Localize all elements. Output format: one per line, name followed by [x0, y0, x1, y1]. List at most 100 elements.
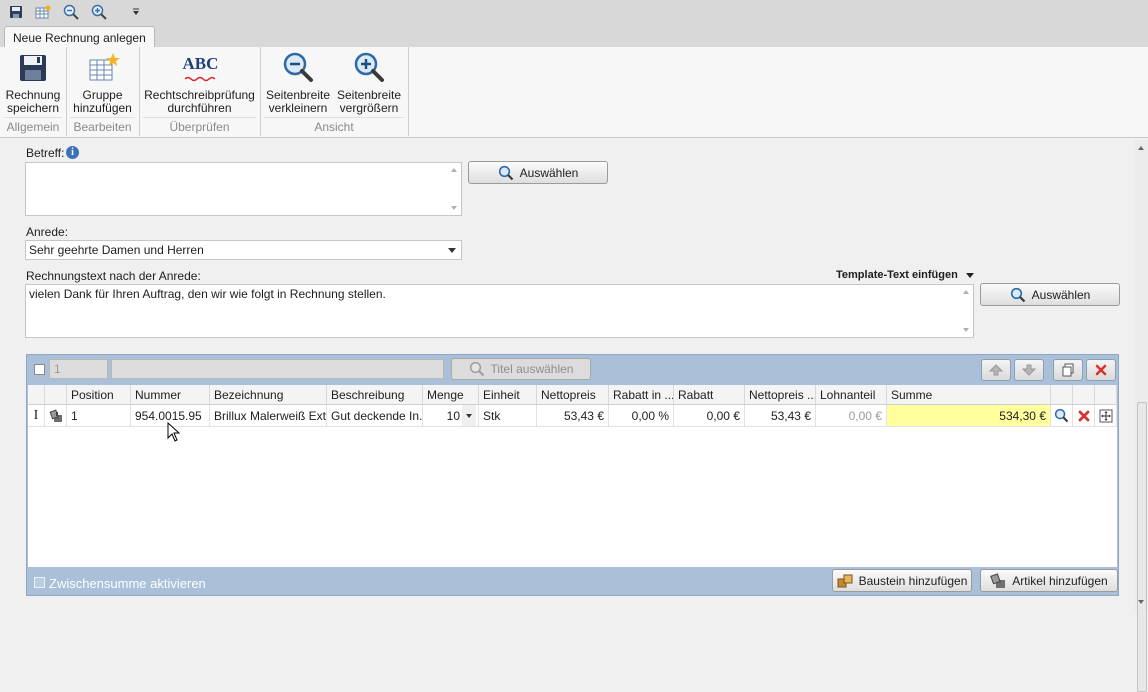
scroll-down-icon[interactable] — [1138, 600, 1144, 604]
title-select-button[interactable]: Titel auswählen — [451, 358, 591, 380]
betreff-scrollbar[interactable] — [447, 163, 461, 215]
add-module-label: Baustein hinzufügen — [858, 573, 968, 588]
header-action-1 — [1051, 385, 1073, 405]
move-down-button[interactable] — [1014, 359, 1044, 381]
search-icon — [498, 165, 513, 180]
header-summe[interactable]: Summe — [887, 385, 1051, 405]
header-nettopreis-2[interactable]: Nettopreis ... — [745, 385, 816, 405]
tab-neue-rechnung[interactable]: Neue Rechnung anlegen — [4, 26, 155, 48]
cell-einheit[interactable]: Stk — [479, 405, 537, 427]
cell-nettopreis[interactable]: 53,43 € — [537, 405, 609, 427]
group-label-line2: hinzufügen — [73, 101, 132, 115]
cell-bezeichnung[interactable]: Brillux Malerweiß Ext... — [210, 405, 327, 427]
zoom-in-icon[interactable] — [90, 3, 108, 21]
page-width-zoom-out-button[interactable]: Seitenbreite verkleinern — [264, 51, 332, 115]
table-star-icon — [89, 53, 120, 81]
rechnungstext-select-label: Auswählen — [1031, 287, 1091, 302]
copy-icon — [1062, 363, 1074, 377]
add-group-button[interactable]: Gruppe hinzufügen — [68, 51, 137, 115]
template-text-link[interactable]: Template-Text einfügen — [836, 269, 974, 281]
search-icon — [1010, 287, 1025, 302]
rechnungstext-scrollbar[interactable] — [959, 285, 973, 337]
save-invoice-button[interactable]: Rechnung speichern — [2, 51, 64, 115]
group-checkbox[interactable] — [34, 364, 45, 375]
cell-menge[interactable]: 10 — [423, 405, 479, 427]
zoomin-label-line2: vergrößern — [339, 101, 399, 115]
group-divider — [70, 117, 135, 118]
cell-nettopreis-2[interactable]: 53,43 € — [745, 405, 816, 427]
arrow-down-icon — [1022, 364, 1036, 376]
zoomout-label-line2: verkleinern — [268, 101, 328, 115]
betreff-select-label: Auswählen — [519, 165, 579, 180]
header-rabatt[interactable]: Rabatt — [674, 385, 745, 405]
page-width-zoom-in-button[interactable]: Seitenbreite vergrößern — [335, 51, 403, 115]
zoom-out-large-icon — [283, 52, 313, 82]
betreff-input[interactable] — [25, 162, 462, 216]
add-article-button[interactable]: Artikel hinzufügen — [980, 569, 1118, 592]
module-icon — [837, 574, 853, 587]
betreff-select-button[interactable]: Auswählen — [468, 161, 608, 184]
title-select-label: Titel auswählen — [490, 362, 574, 376]
zoom-in-large-icon — [354, 52, 384, 82]
delete-icon — [1078, 410, 1089, 421]
header-indicator — [28, 385, 45, 405]
rechnungstext-input[interactable]: vielen Dank für Ihren Auftrag, den wir w… — [25, 284, 974, 338]
table-add-icon[interactable] — [34, 3, 52, 21]
header-beschreibung[interactable]: Beschreibung — [327, 385, 423, 405]
header-bezeichnung[interactable]: Bezeichnung — [210, 385, 327, 405]
text-cursor-icon: I — [28, 405, 45, 427]
anrede-value: Sehr geehrte Damen und Herren — [29, 243, 204, 257]
group-title-input[interactable] — [111, 359, 444, 379]
spell-label-line2: durchführen — [167, 101, 232, 115]
search-icon — [469, 361, 484, 377]
ribbon-group-ueberpruefen: ABC Rechtschreibprüfung durchführen Über… — [139, 47, 261, 136]
row-move-button[interactable] — [1095, 405, 1117, 427]
row-delete-button[interactable] — [1073, 405, 1095, 427]
cell-beschreibung[interactable]: Gut deckende In... — [327, 405, 423, 427]
header-action-2 — [1073, 385, 1095, 405]
spell-check-icon: ABC — [183, 51, 218, 85]
cell-summe[interactable]: 534,30 € — [887, 405, 1051, 427]
header-menge[interactable]: Menge — [423, 385, 479, 405]
subtotal-checkbox[interactable] — [34, 577, 45, 588]
cell-rabatt[interactable]: 0,00 € — [674, 405, 745, 427]
group-number-value: 1 — [54, 362, 61, 376]
template-dropdown-icon — [965, 272, 974, 278]
menge-value: 10 — [446, 409, 460, 423]
zoom-out-icon[interactable] — [62, 3, 80, 21]
header-nettopreis[interactable]: Nettopreis — [537, 385, 609, 405]
header-lohnanteil[interactable]: Lohnanteil — [816, 385, 887, 405]
anrede-label: Anrede: — [26, 225, 69, 239]
save-icon[interactable] — [7, 3, 25, 21]
group-divider — [143, 117, 256, 118]
cell-lohnanteil[interactable]: 0,00 € — [816, 405, 887, 427]
copy-group-button[interactable] — [1053, 359, 1083, 381]
header-rabatt-in[interactable]: Rabatt in ... — [609, 385, 674, 405]
rechnungstext-select-button[interactable]: Auswählen — [980, 283, 1120, 306]
ribbon-group-bearbeiten: Gruppe hinzufügen Bearbeiten — [66, 47, 140, 136]
anrede-select[interactable]: Sehr geehrte Damen und Herren — [25, 240, 462, 260]
customize-dropdown-icon[interactable] — [127, 3, 145, 21]
cell-rabatt-pct[interactable]: 0,00 % — [609, 405, 674, 427]
group-label-ueberpruefen: Überprüfen — [169, 120, 230, 134]
info-icon[interactable]: i — [66, 146, 79, 159]
move-up-button[interactable] — [981, 359, 1011, 381]
menge-dropdown-button[interactable] — [462, 405, 476, 426]
group-number-input[interactable]: 1 — [49, 359, 108, 379]
cell-position[interactable]: 1 — [67, 405, 131, 427]
delete-group-button[interactable] — [1086, 359, 1116, 381]
row-search-button[interactable] — [1051, 405, 1073, 427]
spell-check-button[interactable]: ABC Rechtschreibprüfung durchführen — [141, 51, 258, 115]
scroll-up-icon[interactable] — [1138, 146, 1144, 150]
scroll-thumb[interactable] — [1137, 402, 1147, 692]
header-position[interactable]: Position — [67, 385, 131, 405]
page-scrollbar[interactable] — [1134, 140, 1148, 692]
article-icon — [990, 572, 1006, 588]
header-einheit[interactable]: Einheit — [479, 385, 537, 405]
group-label-allgemein: Allgemein — [6, 120, 60, 134]
header-nummer[interactable]: Nummer — [131, 385, 210, 405]
search-icon — [1054, 408, 1069, 423]
chevron-down-icon[interactable] — [448, 248, 456, 253]
add-module-button[interactable]: Baustein hinzufügen — [832, 569, 972, 592]
header-type — [45, 385, 67, 405]
